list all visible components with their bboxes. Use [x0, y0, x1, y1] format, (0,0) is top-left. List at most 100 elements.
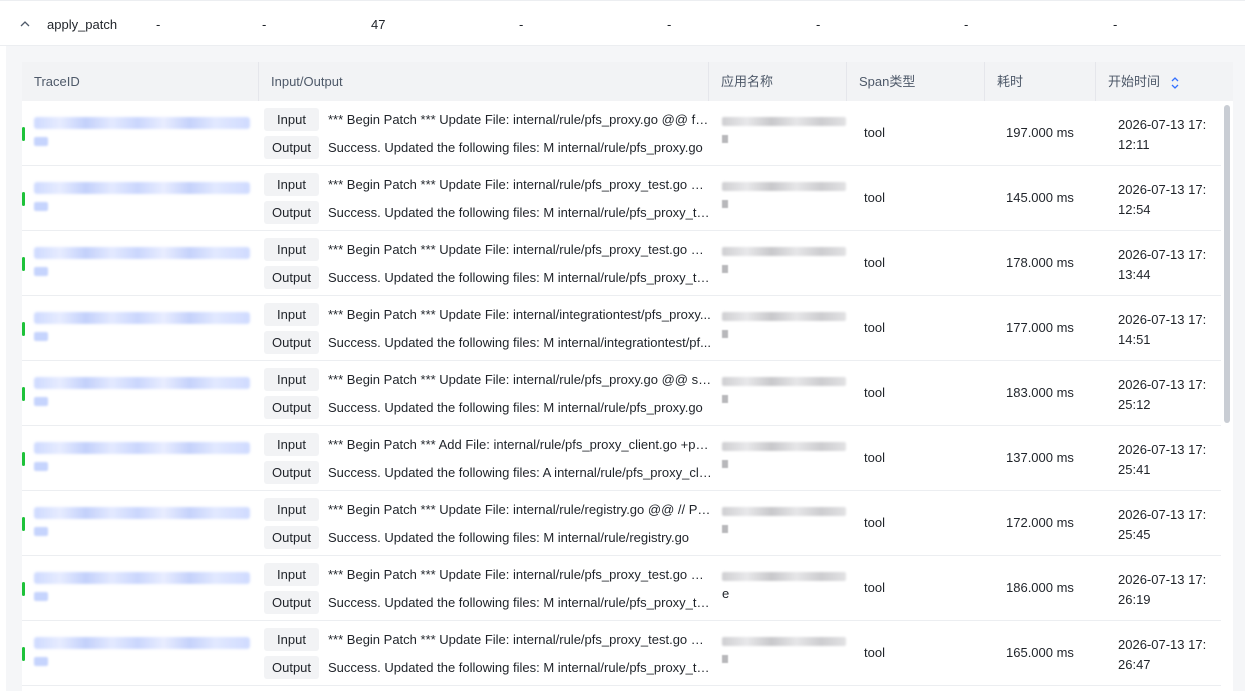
table-row[interactable]: Input *** Begin Patch *** Update File: i…	[22, 296, 1221, 361]
trace-id-redacted-tail	[34, 332, 48, 341]
column-header-start-time[interactable]: 开始时间	[1096, 62, 1233, 101]
output-preview[interactable]: Success. Updated the following files: M …	[328, 335, 712, 350]
table-row[interactable]: Input *** Begin Patch *** Update File: i…	[22, 101, 1221, 166]
chevron-up-icon[interactable]	[19, 18, 31, 30]
column-header-trace-id[interactable]: TraceID	[22, 62, 259, 101]
app-name	[722, 312, 848, 346]
start-time: 2026-07-13 17: 14:51	[1118, 310, 1214, 350]
trace-id-redacted-tail	[34, 527, 48, 536]
trace-id-redacted-tail	[34, 462, 48, 471]
scrollbar-thumb[interactable]	[1224, 105, 1230, 423]
trace-id-link[interactable]	[34, 312, 250, 346]
start-time: 2026-07-13 17: 25:41	[1118, 440, 1214, 480]
span-type: tool	[864, 515, 885, 530]
input-button[interactable]: Input	[264, 173, 319, 196]
input-preview[interactable]: *** Begin Patch *** Update File: interna…	[328, 112, 712, 127]
status-indicator	[22, 582, 25, 596]
span-type: tool	[864, 190, 885, 205]
duration: 137.000 ms	[1006, 450, 1074, 465]
trace-id-link[interactable]	[34, 572, 250, 606]
input-preview[interactable]: *** Begin Patch *** Update File: interna…	[328, 632, 712, 647]
output-preview[interactable]: Success. Updated the following files: M …	[328, 140, 712, 155]
input-button[interactable]: Input	[264, 368, 319, 391]
start-time-date: 2026-07-13 17:	[1118, 377, 1207, 392]
app-name	[722, 117, 848, 151]
trace-id-link[interactable]	[34, 442, 250, 476]
table-row[interactable]: Input *** Begin Patch *** Update File: i…	[22, 621, 1221, 686]
start-time-date: 2026-07-13 17:	[1118, 572, 1207, 587]
trace-id-link[interactable]	[34, 182, 250, 216]
span-type: tool	[864, 580, 885, 595]
input-button[interactable]: Input	[264, 108, 319, 131]
output-button[interactable]: Output	[264, 136, 319, 159]
sort-icon[interactable]	[1170, 76, 1180, 90]
output-preview[interactable]: Success. Updated the following files: M …	[328, 660, 712, 675]
app-name-redacted	[722, 247, 846, 256]
input-preview[interactable]: *** Begin Patch *** Update File: interna…	[328, 567, 712, 582]
trace-id-link[interactable]	[34, 637, 250, 671]
trace-id-link[interactable]	[34, 507, 250, 541]
output-button[interactable]: Output	[264, 656, 319, 679]
start-time-clock: 12:54	[1118, 202, 1151, 217]
column-header-app-name[interactable]: 应用名称	[709, 62, 847, 101]
output-button[interactable]: Output	[264, 591, 319, 614]
input-button[interactable]: Input	[264, 628, 319, 651]
output-preview[interactable]: Success. Updated the following files: M …	[328, 270, 712, 285]
start-time-clock: 26:47	[1118, 657, 1151, 672]
table-row[interactable]: Input *** Begin Patch *** Update File: i…	[22, 166, 1221, 231]
trace-id-redacted	[34, 377, 250, 389]
column-header-span-type[interactable]: Span类型	[847, 62, 985, 101]
summary-cell: -	[1113, 17, 1118, 32]
input-button[interactable]: Input	[264, 498, 319, 521]
span-type: tool	[864, 645, 885, 660]
start-time-date: 2026-07-13 17:	[1118, 637, 1207, 652]
app-name	[722, 377, 848, 411]
app-name	[722, 182, 848, 216]
input-preview[interactable]: *** Begin Patch *** Update File: interna…	[328, 372, 712, 387]
output-button[interactable]: Output	[264, 396, 319, 419]
table-row[interactable]: Input *** Begin Patch *** Add File: inte…	[22, 426, 1221, 491]
table-row[interactable]: Input *** Begin Patch *** Update File: i…	[22, 556, 1221, 621]
table-row[interactable]: Input *** Begin Patch *** Update File: i…	[22, 231, 1221, 296]
span-type: tool	[864, 450, 885, 465]
app-name-tail: e	[722, 586, 730, 601]
table-row[interactable]: Input *** Begin Patch *** Update File: i…	[22, 491, 1221, 556]
group-summary-row[interactable]: apply_patch - - 47 - - - - -	[0, 0, 1245, 46]
input-button[interactable]: Input	[264, 433, 319, 456]
input-preview[interactable]: *** Begin Patch *** Update File: interna…	[328, 177, 712, 192]
output-button[interactable]: Output	[264, 201, 319, 224]
column-header-duration[interactable]: 耗时	[985, 62, 1096, 101]
trace-id-link[interactable]	[34, 377, 250, 411]
input-button[interactable]: Input	[264, 563, 319, 586]
output-button[interactable]: Output	[264, 331, 319, 354]
input-button[interactable]: Input	[264, 238, 319, 261]
app-name-tail-redacted	[722, 200, 728, 208]
app-name-tail-redacted	[722, 135, 728, 143]
duration: 178.000 ms	[1006, 255, 1074, 270]
output-preview[interactable]: Success. Updated the following files: M …	[328, 205, 712, 220]
output-button[interactable]: Output	[264, 266, 319, 289]
duration: 177.000 ms	[1006, 320, 1074, 335]
output-button[interactable]: Output	[264, 526, 319, 549]
output-preview[interactable]: Success. Updated the following files: M …	[328, 530, 712, 545]
input-preview[interactable]: *** Begin Patch *** Update File: interna…	[328, 307, 712, 322]
start-time-clock: 13:44	[1118, 267, 1151, 282]
trace-id-link[interactable]	[34, 117, 250, 151]
group-name: apply_patch	[47, 17, 118, 32]
input-preview[interactable]: *** Begin Patch *** Update File: interna…	[328, 502, 712, 517]
trace-id-link[interactable]	[34, 247, 250, 281]
summary-cell: -	[262, 17, 267, 32]
input-preview[interactable]: *** Begin Patch *** Update File: interna…	[328, 242, 712, 257]
output-button[interactable]: Output	[264, 461, 319, 484]
column-header-io[interactable]: Input/Output	[259, 62, 709, 101]
scrollbar-track[interactable]	[1221, 101, 1233, 691]
input-button[interactable]: Input	[264, 303, 319, 326]
app-name-redacted	[722, 637, 846, 646]
output-preview[interactable]: Success. Updated the following files: A …	[328, 465, 712, 480]
input-preview[interactable]: *** Begin Patch *** Add File: internal/r…	[328, 437, 712, 452]
summary-cell: 47	[371, 17, 386, 32]
table-row[interactable]: Input *** Begin Patch *** Update File: i…	[22, 361, 1221, 426]
output-preview[interactable]: Success. Updated the following files: M …	[328, 595, 712, 610]
start-time-clock: 12:11	[1118, 137, 1150, 152]
output-preview[interactable]: Success. Updated the following files: M …	[328, 400, 712, 415]
